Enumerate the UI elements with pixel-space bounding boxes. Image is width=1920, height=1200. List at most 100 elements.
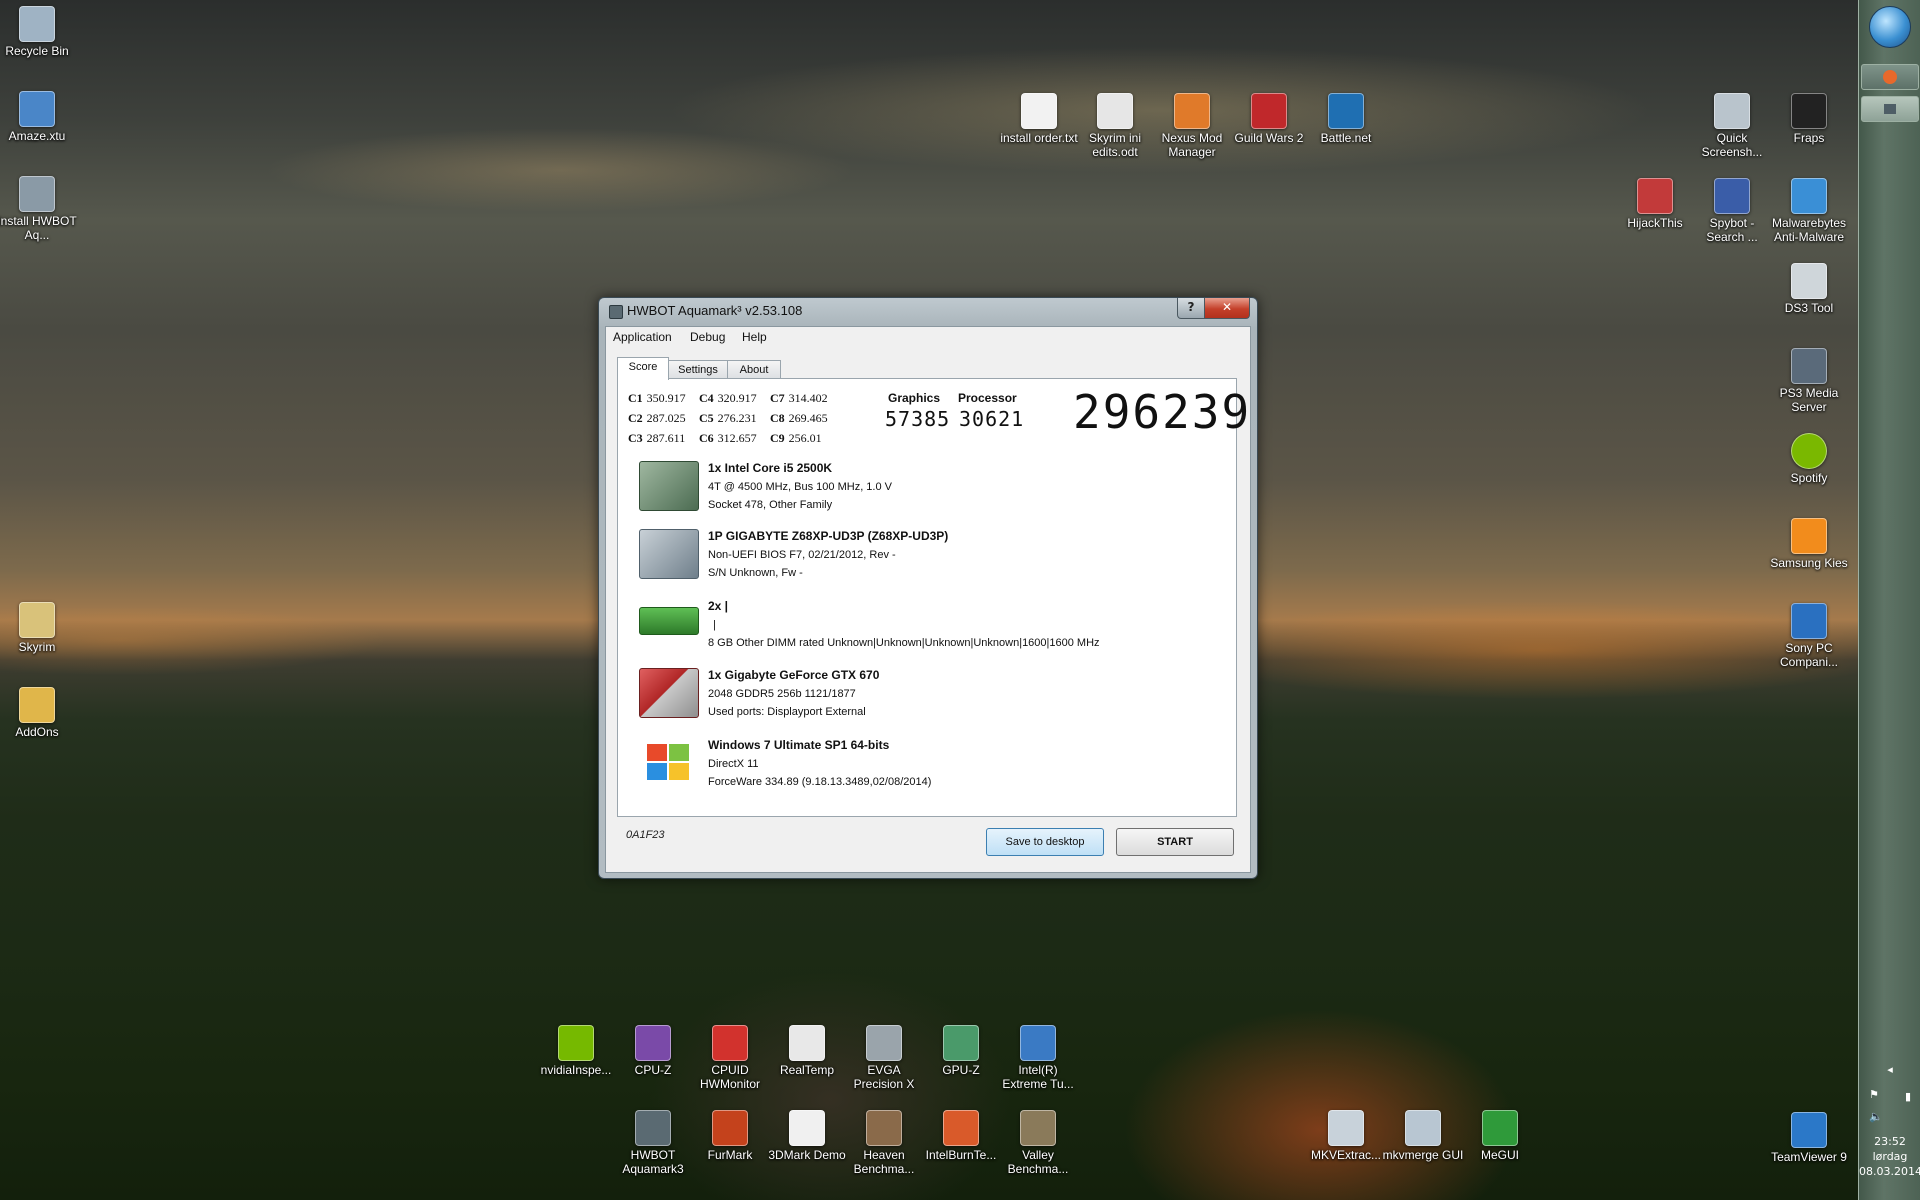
- desktop-icon-hwmonitor[interactable]: CPUID HWMonitor: [688, 1025, 772, 1091]
- clock-c9: C9 256.01: [770, 431, 822, 445]
- processor-score: 30621: [959, 407, 1025, 431]
- desktop-icon-install-hwbot[interactable]: Install HWBOT Aq...: [0, 176, 79, 242]
- desktop-icon-evga-precision[interactable]: EVGA Precision X: [842, 1025, 926, 1091]
- clock-c7: C7 314.402: [770, 391, 828, 405]
- tab-score[interactable]: Score: [617, 357, 669, 380]
- graphics-label: Graphics: [888, 391, 941, 405]
- save-to-desktop-button[interactable]: Save to desktop: [986, 828, 1104, 856]
- volume-icon[interactable]: 🔈: [1859, 1110, 1920, 1123]
- desktop-icon-realtemp[interactable]: RealTemp: [765, 1025, 849, 1077]
- graphics-card-icon: [639, 668, 699, 718]
- tab-about[interactable]: About: [727, 360, 781, 379]
- nvidia-icon: [558, 1025, 594, 1061]
- intelburntest-icon: [943, 1110, 979, 1146]
- desktop-icon-spybot[interactable]: Spybot - Search ...: [1690, 178, 1774, 244]
- desktop-icon-heaven[interactable]: Heaven Benchma...: [842, 1110, 926, 1176]
- clock-c8: C8 269.465: [770, 411, 828, 425]
- desktop-icon-spotify[interactable]: Spotify: [1767, 433, 1851, 485]
- clock-c4: C4 320.917: [699, 391, 757, 405]
- text-file-icon: [1021, 93, 1057, 129]
- desktop-icon-guild-wars-2[interactable]: Guild Wars 2: [1227, 93, 1311, 145]
- show-hidden-icons-icon[interactable]: ◂: [1859, 1063, 1920, 1076]
- clock-c1: C1 350.917: [628, 391, 686, 405]
- desktop-icon-hijackthis[interactable]: HijackThis: [1613, 178, 1697, 230]
- menu-application[interactable]: Application: [613, 330, 672, 344]
- desktop-icon-furmark[interactable]: FurMark: [688, 1110, 772, 1162]
- desktop-icon-ps3-media-server[interactable]: PS3 Media Server: [1767, 348, 1851, 414]
- desktop-icon-intel-xtu[interactable]: Intel(R) Extreme Tu...: [996, 1025, 1080, 1091]
- mkvextract-icon: [1328, 1110, 1364, 1146]
- 3dmark-icon: [789, 1110, 825, 1146]
- desktop-icon-teamviewer[interactable]: TeamViewer 9: [1767, 1112, 1851, 1164]
- ram-module-icon: [639, 607, 699, 635]
- network-icon[interactable]: ▮: [1859, 1090, 1920, 1103]
- clock-day[interactable]: lørdag: [1859, 1150, 1920, 1163]
- app-icon: [609, 305, 623, 319]
- intel-xtu-icon: [1020, 1025, 1056, 1061]
- hwbot-icon: [635, 1110, 671, 1146]
- spotify-icon: [1791, 433, 1827, 469]
- desktop-icon-amaze[interactable]: Amaze.xtu: [0, 91, 79, 143]
- menu-help[interactable]: Help: [742, 330, 767, 344]
- mkvmerge-icon: [1405, 1110, 1441, 1146]
- desktop-icon-3dmark[interactable]: 3DMark Demo: [765, 1110, 849, 1162]
- desktop-icon-malwarebytes[interactable]: Malwarebytes Anti-Malware: [1767, 178, 1851, 244]
- cpuz-icon: [635, 1025, 671, 1061]
- folder-icon: [19, 687, 55, 723]
- gpuz-icon: [943, 1025, 979, 1061]
- total-score: 296239: [1073, 385, 1252, 439]
- desktop-icon-nexus-mod-manager[interactable]: Nexus Mod Manager: [1150, 93, 1234, 159]
- clock-c6: C6 312.657: [699, 431, 757, 445]
- evga-icon: [866, 1025, 902, 1061]
- taskbar-firefox-button[interactable]: [1861, 64, 1919, 90]
- tab-settings[interactable]: Settings: [668, 360, 728, 379]
- desktop-icon-hwbot-aquamark[interactable]: HWBOT Aquamark3: [611, 1110, 695, 1176]
- desktop-icon-samsung-kies[interactable]: Samsung Kies: [1767, 518, 1851, 570]
- desktop-icon-mkvmerge[interactable]: mkvmerge GUI: [1381, 1110, 1465, 1162]
- desktop-icon-cpu-z[interactable]: CPU-Z: [611, 1025, 695, 1077]
- title-bar[interactable]: HWBOT Aquamark³ v2.53.108 ? ✕: [599, 298, 1257, 324]
- clock-c2: C2 287.025: [628, 411, 686, 425]
- start-button[interactable]: START: [1116, 828, 1234, 856]
- window-client-area: Application Debug Help Score Settings Ab…: [605, 326, 1251, 873]
- start-orb-icon[interactable]: [1869, 6, 1911, 48]
- desktop-icon-valley[interactable]: Valley Benchma...: [996, 1110, 1080, 1176]
- document-icon: [1097, 93, 1133, 129]
- desktop-icon-mkvextract[interactable]: MKVExtrac...: [1304, 1110, 1388, 1162]
- desktop-icon-skyrim[interactable]: Skyrim: [0, 602, 79, 654]
- cpu-chip-icon: [639, 461, 699, 511]
- desktop-icon-megui[interactable]: MeGUI: [1458, 1110, 1542, 1162]
- desktop-icon-addons[interactable]: AddOns: [0, 687, 79, 739]
- folder-icon: [19, 602, 55, 638]
- desktop-icon-quick-screenshot[interactable]: Quick Screensh...: [1690, 93, 1774, 159]
- desktop-icon-fraps[interactable]: Fraps: [1767, 93, 1851, 145]
- desktop-icon-install-order[interactable]: install order.txt: [997, 93, 1081, 145]
- clock-time[interactable]: 23:52: [1859, 1135, 1920, 1148]
- desktop-icon-intelburntest[interactable]: IntelBurnTe...: [919, 1110, 1003, 1162]
- kies-icon: [1791, 518, 1827, 554]
- graphics-score: 57385: [885, 407, 951, 431]
- hwbot-aquamark-window: HWBOT Aquamark³ v2.53.108 ? ✕ Applicatio…: [598, 297, 1258, 879]
- taskbar-hwbot-button[interactable]: [1861, 96, 1919, 122]
- spybot-icon: [1714, 178, 1750, 214]
- realtemp-icon: [789, 1025, 825, 1061]
- gamepad-icon: [1791, 263, 1827, 299]
- desktop-icon-gpu-z[interactable]: GPU-Z: [919, 1025, 1003, 1077]
- close-button[interactable]: ✕: [1204, 298, 1250, 319]
- help-button[interactable]: ?: [1177, 298, 1205, 319]
- guildwars-icon: [1251, 93, 1287, 129]
- desktop-icon-recycle-bin[interactable]: Recycle Bin: [0, 6, 79, 58]
- media-server-icon: [1791, 348, 1827, 384]
- menu-debug[interactable]: Debug: [690, 330, 725, 344]
- processor-label: Processor: [958, 391, 1017, 405]
- teamviewer-icon: [1791, 1112, 1827, 1148]
- heaven-icon: [866, 1110, 902, 1146]
- desktop-icon-ds3-tool[interactable]: DS3 Tool: [1767, 263, 1851, 315]
- desktop-icon-nvidia-inspector[interactable]: nvidiaInspe...: [534, 1025, 618, 1077]
- desktop-icon-sony-pc-companion[interactable]: Sony PC Compani...: [1767, 603, 1851, 669]
- desktop-icon-battlenet[interactable]: Battle.net: [1304, 93, 1388, 145]
- installer-icon: [19, 176, 55, 212]
- clock-date[interactable]: 08.03.2014: [1859, 1165, 1920, 1178]
- file-icon: [19, 91, 55, 127]
- desktop-icon-skyrim-ini[interactable]: Skyrim ini edits.odt: [1073, 93, 1157, 159]
